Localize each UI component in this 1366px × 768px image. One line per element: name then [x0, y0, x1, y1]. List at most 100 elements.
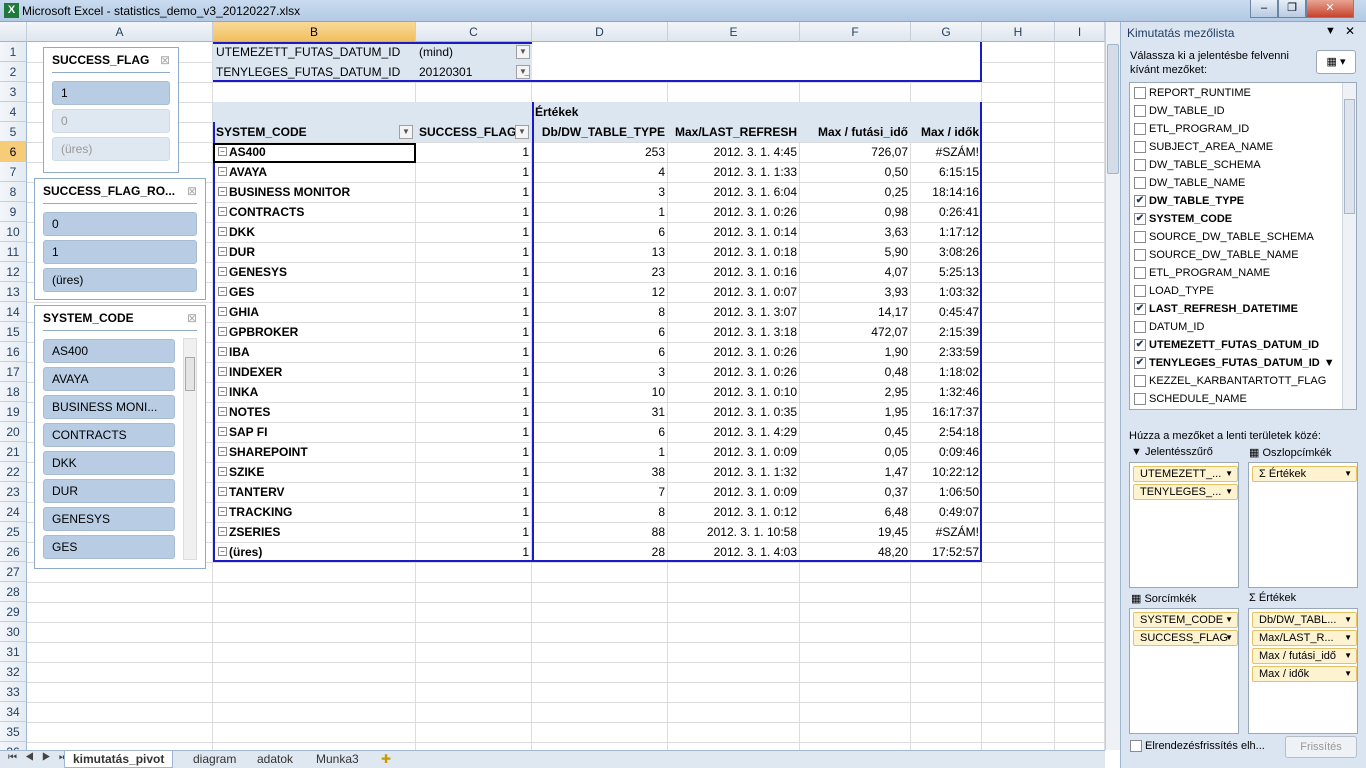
slicer-item[interactable]: (üres): [52, 137, 170, 161]
tab-diagram[interactable]: diagram: [185, 751, 244, 768]
field-dw-table-id[interactable]: DW_TABLE_ID: [1134, 102, 1225, 120]
checkbox[interactable]: ✔: [1134, 303, 1146, 316]
field-schedule-name[interactable]: SCHEDULE_NAME: [1134, 390, 1247, 408]
row-header-33[interactable]: 33: [0, 682, 27, 702]
column-header-I[interactable]: I: [1055, 22, 1105, 42]
checkbox[interactable]: [1134, 321, 1146, 334]
row-header-35[interactable]: 35: [0, 722, 27, 742]
chip-dropdown-icon[interactable]: ▼: [1225, 613, 1233, 627]
slicer-item[interactable]: AS400: [43, 339, 175, 363]
row-header-18[interactable]: 18: [0, 382, 27, 402]
row-header-32[interactable]: 32: [0, 662, 27, 682]
row-header-5[interactable]: 5: [0, 122, 27, 142]
field-etl-program-id[interactable]: ETL_PROGRAM_ID: [1134, 120, 1249, 138]
chip-dropdown-icon[interactable]: ▼: [1344, 667, 1352, 681]
row-header-17[interactable]: 17: [0, 362, 27, 382]
column-header-C[interactable]: C: [416, 22, 532, 42]
row-header-2[interactable]: 2: [0, 62, 27, 82]
row-header-11[interactable]: 11: [0, 242, 27, 262]
row-header-3[interactable]: 3: [0, 82, 27, 102]
row-header-30[interactable]: 30: [0, 622, 27, 642]
report-filter-dropdown[interactable]: ▼: [516, 45, 530, 59]
checkbox[interactable]: [1134, 177, 1146, 190]
row-header-7[interactable]: 7: [0, 162, 27, 182]
row-header-19[interactable]: 19: [0, 402, 27, 422]
field-dw-table-name[interactable]: DW_TABLE_NAME: [1134, 174, 1245, 192]
defer-update-checkbox[interactable]: Elrendezésfrissítés elh...: [1130, 740, 1265, 753]
field-chip[interactable]: SYSTEM_CODE ▼: [1133, 612, 1238, 628]
column-header-G[interactable]: G: [911, 22, 982, 42]
report-filter-area[interactable]: UTEMEZETT_... ▼ TENYLEGES_... ▼: [1129, 462, 1239, 588]
header-filter-dropdown[interactable]: ▼: [515, 125, 529, 139]
column-header-A[interactable]: A: [27, 22, 213, 42]
checkbox[interactable]: [1134, 393, 1146, 406]
row-header-28[interactable]: 28: [0, 582, 27, 602]
checkbox[interactable]: [1134, 159, 1146, 172]
tab-kimutatas-pivot[interactable]: kimutatás_pivot: [64, 751, 174, 768]
checkbox[interactable]: ✔: [1134, 195, 1146, 208]
worksheet-grid[interactable]: A B C D E F G H I 1 2 3 4 5 6 7 8 9 10 11 12 13 14 15 16 17 18 19 20…: [0, 22, 1105, 750]
slicer-item[interactable]: GENESYS: [43, 507, 175, 531]
field-source-dw-table-name[interactable]: SOURCE_DW_TABLE_NAME: [1134, 246, 1299, 264]
slicer-item[interactable]: BUSINESS MONI...: [43, 395, 175, 419]
checkbox[interactable]: [1134, 87, 1146, 100]
chip-dropdown-icon[interactable]: ▼: [1344, 631, 1352, 645]
slicer-scroll-thumb[interactable]: [185, 357, 195, 391]
field-dw-table-type[interactable]: ✔ DW_TABLE_TYPE: [1134, 192, 1244, 210]
field-chip[interactable]: Max / futási_idő ▼: [1252, 648, 1357, 664]
header-filter-dropdown[interactable]: ▼: [399, 125, 413, 139]
checkbox[interactable]: [1134, 285, 1146, 298]
field-report-runtime[interactable]: REPORT_RUNTIME: [1134, 84, 1251, 102]
checkbox[interactable]: [1134, 375, 1146, 388]
column-header-B[interactable]: B: [213, 22, 416, 42]
pane-menu-icon[interactable]: ▼: [1325, 25, 1336, 37]
slicer-item[interactable]: (üres): [43, 268, 197, 292]
close-button[interactable]: ✕: [1306, 0, 1354, 18]
row-header-15[interactable]: 15: [0, 322, 27, 342]
row-header-16[interactable]: 16: [0, 342, 27, 362]
slicer-item[interactable]: 0: [43, 212, 197, 236]
row-header-12[interactable]: 12: [0, 262, 27, 282]
checkbox[interactable]: [1134, 231, 1146, 244]
row-header-10[interactable]: 10: [0, 222, 27, 242]
checkbox[interactable]: ✔: [1134, 339, 1146, 352]
row-header-6[interactable]: 6: [0, 142, 27, 162]
vertical-scrollbar[interactable]: [1105, 22, 1120, 750]
report-filter-dropdown[interactable]: ▼̲: [516, 65, 530, 79]
pane-close-icon[interactable]: ✕: [1345, 24, 1355, 38]
row-header-20[interactable]: 20: [0, 422, 27, 442]
restore-button[interactable]: ❐: [1278, 0, 1306, 18]
row-header-36[interactable]: 36: [0, 742, 27, 750]
field-chip[interactable]: Db/DW_TABL... ▼: [1252, 612, 1357, 628]
row-header-13[interactable]: 13: [0, 282, 27, 302]
slicer-scrollbar[interactable]: [183, 338, 197, 560]
field-list-scrollbar[interactable]: [1342, 83, 1356, 409]
chip-dropdown-icon[interactable]: ▼: [1344, 467, 1352, 481]
field-system-code[interactable]: ✔ SYSTEM_CODE: [1134, 210, 1232, 228]
row-header-26[interactable]: 26: [0, 542, 27, 562]
row-header-25[interactable]: 25: [0, 522, 27, 542]
slicer-item[interactable]: DUR: [43, 479, 175, 503]
checkbox[interactable]: [1134, 267, 1146, 280]
slicer-item[interactable]: GES: [43, 535, 175, 559]
row-header-8[interactable]: 8: [0, 182, 27, 202]
row-header-29[interactable]: 29: [0, 602, 27, 622]
slicer-item[interactable]: CONTRACTS: [43, 423, 175, 447]
checkbox[interactable]: [1134, 249, 1146, 262]
layout-options-button[interactable]: ▦ ▾: [1316, 50, 1356, 74]
slicer-item[interactable]: AVAYA: [43, 367, 175, 391]
field-chip[interactable]: Max / idők ▼: [1252, 666, 1357, 682]
checkbox[interactable]: [1134, 123, 1146, 136]
field-utemezett-futas-datum-id[interactable]: ✔ UTEMEZETT_FUTAS_DATUM_ID: [1134, 336, 1319, 354]
field-tenyleges-futas-datum-id[interactable]: ✔ TENYLEGES_FUTAS_DATUM_ID ▼: [1134, 354, 1335, 372]
row-header-22[interactable]: 22: [0, 462, 27, 482]
chip-dropdown-icon[interactable]: ▼: [1225, 631, 1233, 645]
scroll-thumb[interactable]: [1107, 44, 1119, 174]
row-header-27[interactable]: 27: [0, 562, 27, 582]
field-chip[interactable]: Σ Értékek ▼: [1252, 466, 1357, 482]
row-header-14[interactable]: 14: [0, 302, 27, 322]
column-labels-area[interactable]: Σ Értékek ▼: [1248, 462, 1358, 588]
field-chip[interactable]: UTEMEZETT_... ▼: [1133, 466, 1238, 482]
field-list-scroll-thumb[interactable]: [1344, 99, 1355, 214]
values-area[interactable]: Db/DW_TABL... ▼ Max/LAST_R... ▼ Max / futási…: [1248, 608, 1358, 734]
